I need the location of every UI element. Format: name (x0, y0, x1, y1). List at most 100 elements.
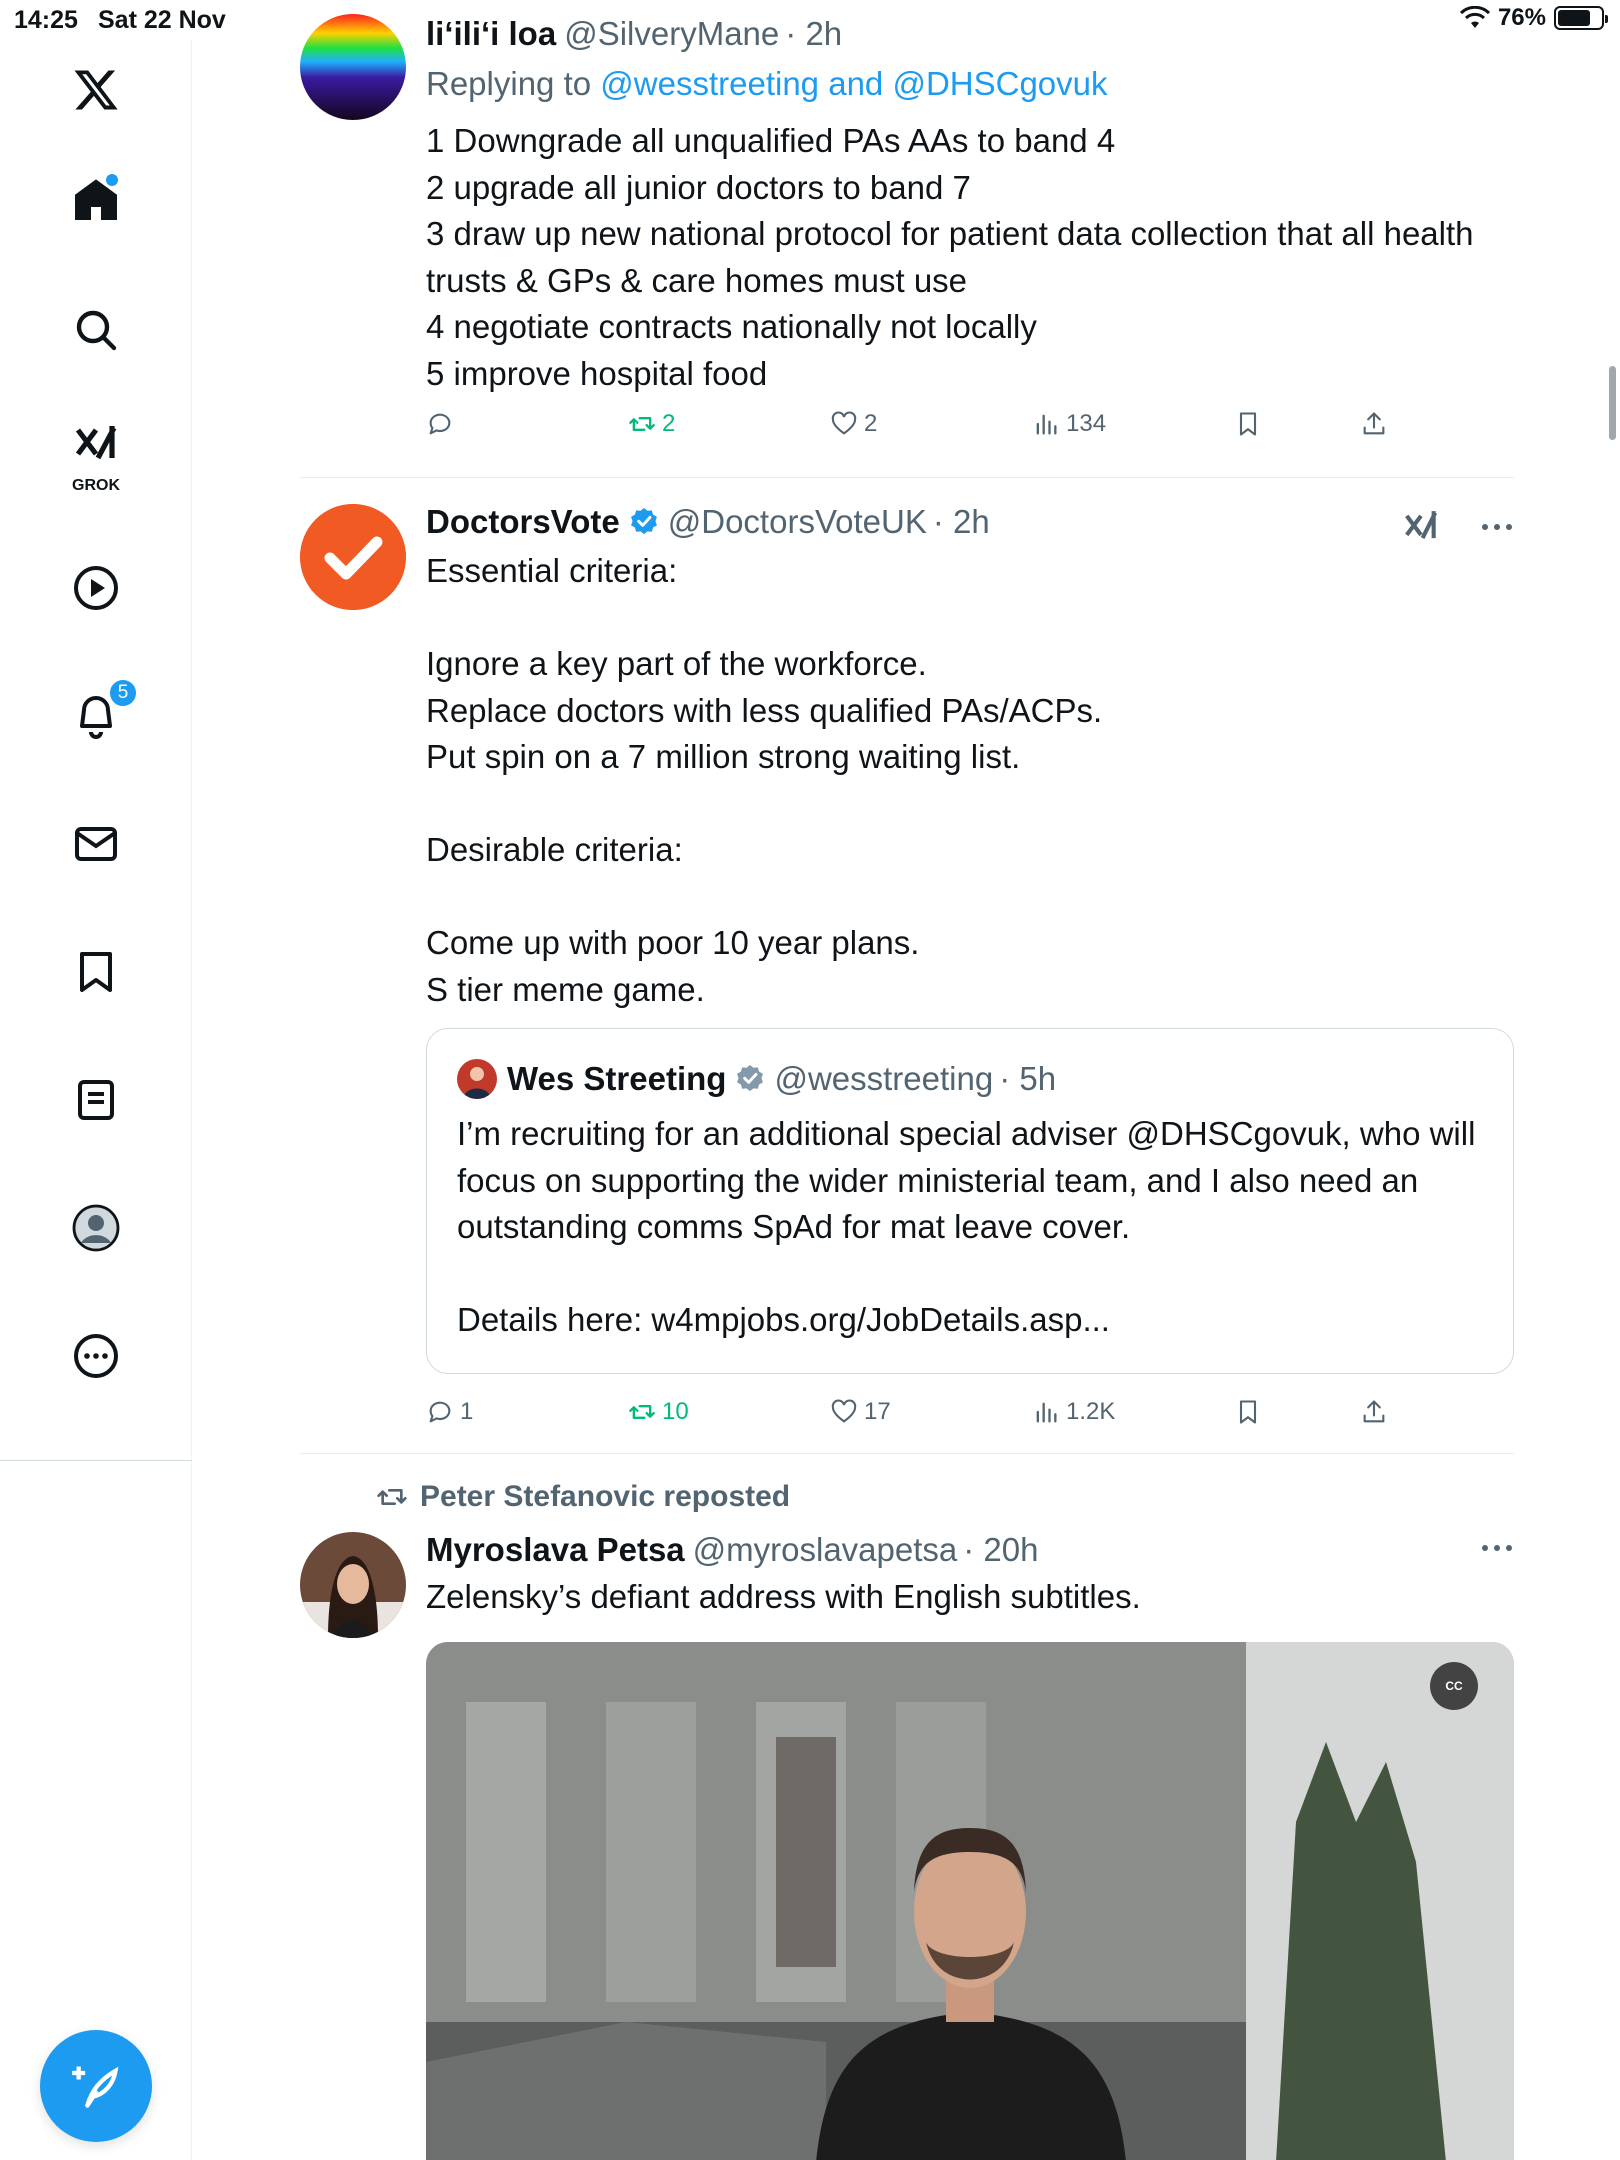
reposted-by: Peter Stefanovic reposted (376, 1480, 790, 1514)
tweet-actions: 2 2 134 (426, 410, 1426, 450)
views-button[interactable]: 1.2K (1032, 1398, 1115, 1426)
reply-icon (429, 1401, 451, 1423)
mention-link[interactable]: @wesstreeting (600, 65, 819, 102)
video-frame (426, 1642, 1514, 2160)
mail-icon (75, 827, 117, 861)
avatar[interactable] (300, 14, 406, 120)
tweet-text: Zelensky’s defiant address with English … (426, 1578, 1141, 1615)
views-button[interactable]: 134 (1032, 410, 1106, 438)
quoted-tweet-header: Wes Streeting @wesstreeting · 5h (457, 1057, 1483, 1101)
more-horizontal-icon[interactable] (1480, 522, 1514, 532)
like-button[interactable]: 17 (830, 1398, 891, 1426)
feather-plus-icon (72, 2066, 119, 2108)
quoted-tweet-time: · 5h (999, 1060, 1057, 1097)
quoted-avatar (457, 1059, 497, 1099)
grok-icon (75, 426, 117, 460)
heart-icon (831, 1399, 857, 1423)
tweet-divider (300, 477, 1514, 478)
tweet-time[interactable]: · 2h (785, 12, 842, 56)
tweet-header: DoctorsVote @DoctorsVoteUK · 2h (426, 500, 1514, 544)
tweet-actions: 1 10 17 1.2K (426, 1398, 1426, 1438)
tweet-reply[interactable]: liʻiliʻi loa @SilveryMane · 2h Replying … (300, 12, 1514, 462)
bookmark-button[interactable] (1234, 1398, 1262, 1426)
like-count: 17 (864, 1398, 891, 1425)
scrollbar[interactable] (1609, 366, 1616, 440)
avatar[interactable] (300, 504, 406, 610)
reposted-by-label[interactable]: Peter Stefanovic reposted (420, 1480, 790, 1514)
verified-badge-icon (737, 1065, 764, 1092)
quoted-tweet[interactable]: Wes Streeting @wesstreeting · 5h I’m rec… (426, 1028, 1514, 1374)
author-name[interactable]: DoctorsVote (426, 500, 620, 544)
repost-count: 2 (662, 410, 676, 437)
search-icon (76, 310, 117, 351)
bookmark-icon (1239, 1400, 1257, 1424)
x-logo-icon[interactable] (56, 50, 136, 130)
tweet-repost[interactable]: Peter Stefanovic reposted Myroslava Pets… (300, 1480, 1514, 2160)
replying-to-prefix: Replying to (426, 65, 592, 102)
bookmark-button[interactable] (1234, 410, 1262, 438)
more-button[interactable] (1480, 1540, 1514, 1558)
reply-icon (429, 413, 451, 435)
quoted-author-handle: @wesstreeting (774, 1060, 994, 1097)
tweet-time[interactable]: · 2h (933, 500, 990, 544)
repost-icon (377, 1489, 407, 1505)
replying-and: and (828, 65, 884, 102)
reply-button[interactable]: 1 (426, 1398, 473, 1426)
status-date: Sat 22 Nov (98, 6, 226, 34)
author-name[interactable]: liʻiliʻi loa (426, 12, 556, 56)
video-player[interactable]: CC (426, 1642, 1514, 2160)
nav-grok[interactable]: GROK (56, 415, 136, 495)
replying-to: Replying to @wesstreeting and @DHSCgovuk (426, 62, 1514, 106)
more-circle-icon (74, 1334, 118, 1378)
analytics-icon (1036, 1402, 1057, 1423)
repost-button[interactable]: 10 (628, 1398, 689, 1426)
nav-messages[interactable] (56, 804, 136, 884)
share-icon (1363, 1400, 1385, 1423)
quoted-tweet-text: I’m recruiting for an additional special… (457, 1115, 1476, 1338)
list-icon (78, 1080, 114, 1120)
grok-label: GROK (72, 477, 120, 494)
author-handle[interactable]: @DoctorsVoteUK (668, 500, 927, 544)
nav-videos[interactable] (56, 548, 136, 628)
share-button[interactable] (1360, 1398, 1388, 1426)
tweet-text: 1 Downgrade all unqualified PAs AAs to b… (426, 122, 1474, 392)
tweet-quote[interactable]: DoctorsVote @DoctorsVoteUK · 2h Essentia… (300, 500, 1514, 1425)
repost-button[interactable]: 2 (628, 410, 675, 438)
analytics-icon (1036, 414, 1057, 435)
avatar[interactable] (300, 1532, 406, 1638)
mention-link[interactable]: @DHSCgovuk (892, 65, 1107, 102)
author-name[interactable]: Myroslava Petsa (426, 1528, 685, 1572)
repost-icon (629, 417, 655, 431)
notifications-badge: 5 (108, 678, 138, 708)
nav-bookmarks[interactable] (56, 932, 136, 1012)
bookmark-icon (1239, 412, 1257, 436)
nav-home[interactable] (56, 160, 136, 240)
share-button[interactable] (1360, 410, 1388, 438)
repost-count: 10 (662, 1398, 689, 1425)
view-count: 134 (1066, 410, 1107, 437)
captions-button[interactable]: CC (1430, 1662, 1478, 1710)
nav-notifications[interactable]: 5 (56, 676, 138, 756)
reply-button[interactable] (426, 410, 454, 438)
tweet-time[interactable]: · 20h (963, 1528, 1038, 1572)
sidebar-divider (0, 1460, 192, 1461)
like-count: 2 (864, 410, 878, 437)
author-handle[interactable]: @SilveryMane (564, 12, 779, 56)
like-button[interactable]: 2 (830, 410, 877, 438)
battery-icon (1554, 6, 1608, 30)
repost-icon (629, 1405, 655, 1419)
tweet-divider (300, 1453, 1514, 1454)
reply-count: 1 (460, 1398, 474, 1425)
author-handle[interactable]: @myroslavapetsa (693, 1528, 958, 1572)
view-count: 1.2K (1066, 1398, 1116, 1425)
nav-more[interactable] (56, 1316, 136, 1396)
nav-search[interactable] (56, 290, 136, 370)
nav-lists[interactable] (56, 1060, 136, 1140)
tweet-header: Myroslava Petsa @myroslavapetsa · 20h (426, 1528, 1514, 1572)
play-circle-icon (74, 566, 118, 610)
grok-icon[interactable] (1402, 508, 1440, 546)
profile-avatar-icon (72, 1204, 120, 1252)
nav-profile[interactable] (56, 1188, 136, 1268)
quoted-author-name: Wes Streeting (507, 1060, 727, 1097)
compose-post-button[interactable] (40, 2030, 152, 2142)
